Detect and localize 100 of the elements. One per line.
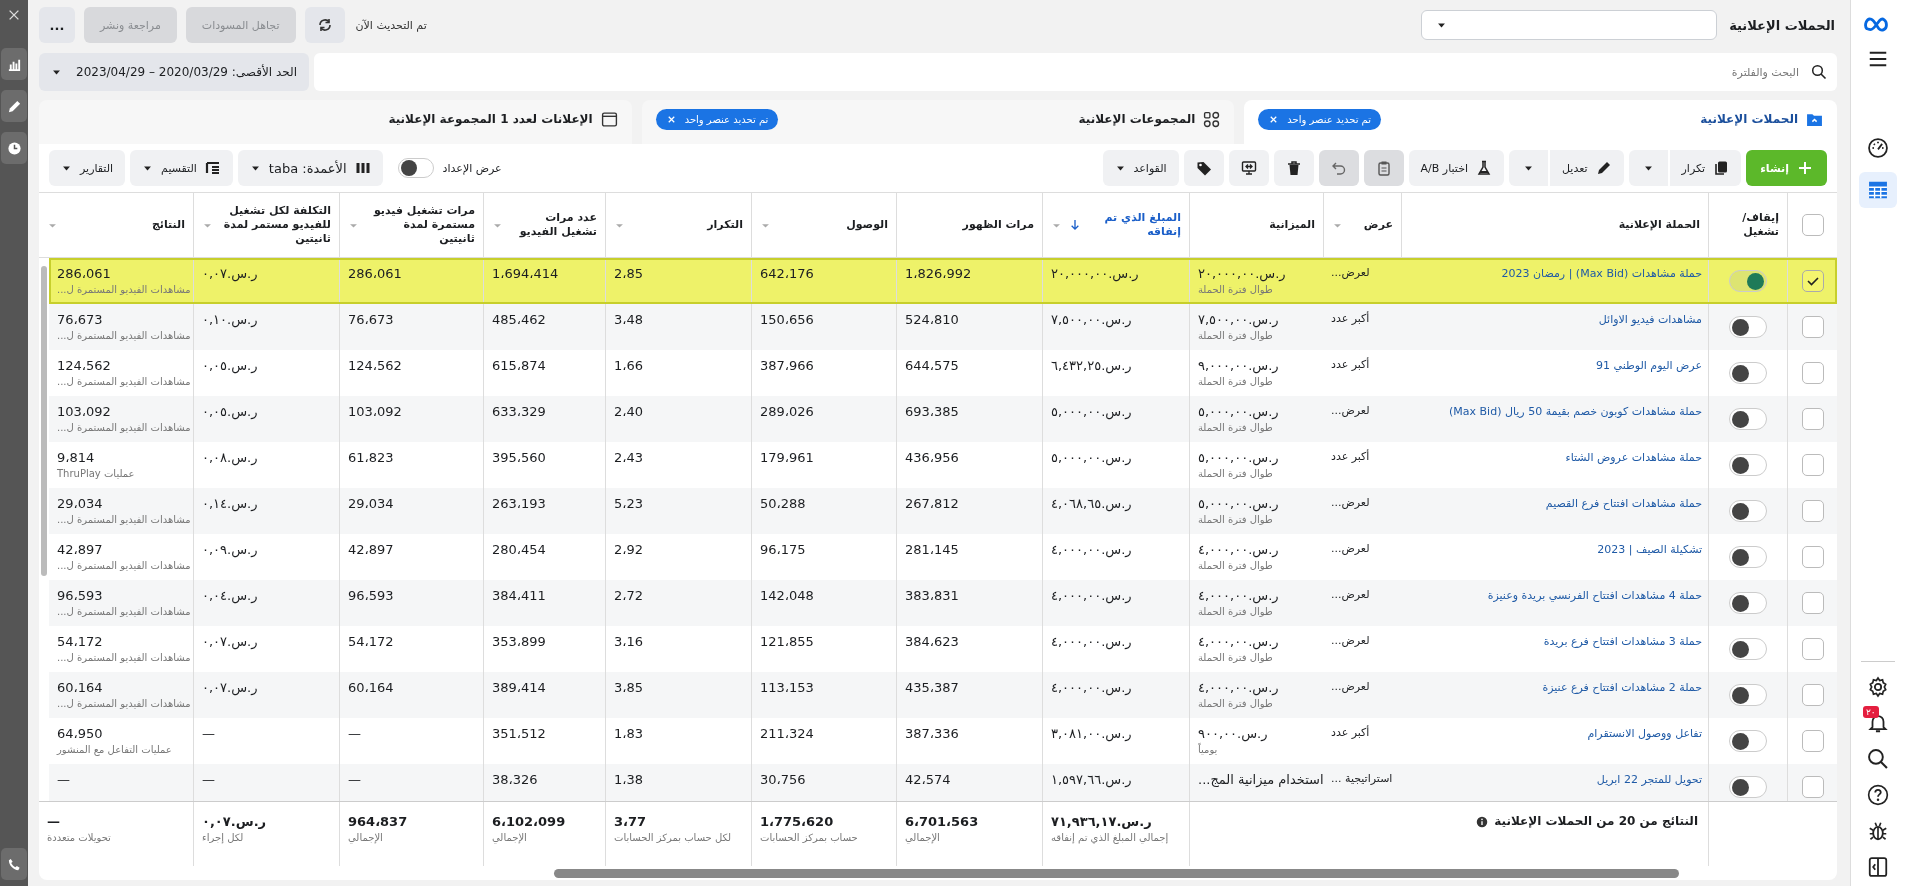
settings-icon[interactable]: [1867, 676, 1889, 698]
history-button[interactable]: [1, 132, 27, 164]
campaign-link[interactable]: تحويل للمتجر 22 ابريل: [1409, 772, 1702, 787]
scrollbar[interactable]: [554, 868, 1679, 878]
toggle-switch[interactable]: [1729, 546, 1767, 568]
campaign-link[interactable]: حملة مشاهدات (Max Bid) | رمضان 2023: [1409, 266, 1702, 281]
toolbar-button[interactable]: تكرار: [1669, 150, 1742, 186]
checkbox[interactable]: [1801, 214, 1824, 236]
search-bar[interactable]: البحث والفلترة: [314, 53, 1837, 91]
column-header[interactable]: عدد مرات تشغيل الفيديو: [511, 211, 597, 239]
checkbox[interactable]: [1801, 546, 1824, 568]
more-button[interactable]: ...: [39, 7, 75, 43]
delete-button[interactable]: [1273, 150, 1314, 186]
column-header[interactable]: التكلفة لكل تشغيل للفيديو مستمر لمدة ثانيتين: [221, 204, 331, 246]
toggle-switch[interactable]: [1729, 362, 1767, 384]
toggle-switch[interactable]: [1729, 500, 1767, 522]
toolbar-button[interactable]: الأعمدة: taba: [237, 150, 383, 186]
campaign-link[interactable]: حملة مشاهدات افتتاح فرع القصيم: [1409, 496, 1702, 511]
chart-button[interactable]: [1, 48, 27, 80]
toolbar-button[interactable]: القواعد: [1102, 150, 1179, 186]
checkbox[interactable]: [1801, 316, 1824, 338]
checkbox[interactable]: [1801, 684, 1824, 706]
table-cell: 124،562: [57, 358, 111, 373]
campaign-link[interactable]: عرض اليوم الوطني 91: [1409, 358, 1702, 373]
checkbox[interactable]: [1801, 454, 1824, 476]
column-header[interactable]: الوصول: [846, 218, 888, 232]
toggle-switch[interactable]: [1729, 316, 1767, 338]
campaign-link[interactable]: حملة مشاهدات عروض الشتاء: [1409, 450, 1702, 465]
campaign-link[interactable]: حملة مشاهدات كوبون خصم بقيمة 50 ريال (Max Bid): [1409, 404, 1702, 419]
search-field[interactable]: البحث والفلترة: [324, 64, 1801, 80]
table-cell: ر.س.٤,٠٦٨,٦٥: [1051, 496, 1132, 511]
total-label: الإجمالي: [905, 832, 940, 843]
table-cell: 38،326: [492, 772, 538, 787]
toggle-switch[interactable]: [397, 158, 434, 178]
toggle-switch[interactable]: [1729, 270, 1767, 292]
date-range-button[interactable]: الحد الأقصى: 2020/03/29 – 2023/04/29: [39, 53, 309, 91]
cell-note: طوال فترة الحملة: [1198, 468, 1273, 479]
export-button[interactable]: [1228, 150, 1269, 186]
checkbox[interactable]: [1801, 638, 1824, 660]
help-icon[interactable]: [1867, 784, 1889, 806]
table-row[interactable]: حملة مشاهدات كوبون خصم بقيمة 50 ريال (Max Bid) لعرض... ر.س.٥,٠٠٠,٠٠ طوال فترة الحملة ر.س.٥,٠٠٠,٠٠ 693،385 289،026 2،40 633،329 103،092 ر.س.٠,٠٥ 103،092 مشاهدات الفيديو المستمرة ل...: [49, 396, 1837, 442]
campaign-link[interactable]: حملة 4 مشاهدات افتتاح الفرنسي بريدة وعنيزة: [1409, 588, 1702, 603]
phone-button[interactable]: [1, 848, 27, 880]
checkbox[interactable]: [1801, 270, 1824, 292]
table-cell: 633،329: [492, 404, 546, 419]
toolbar-button[interactable]: التقسيم: [130, 150, 233, 186]
trash-icon: [1285, 160, 1302, 176]
column-header[interactable]: الحملة الإعلانية: [1618, 218, 1700, 232]
toolbar-button[interactable]: التقارير: [49, 150, 126, 186]
table-row[interactable]: حملة مشاهدات (Max Bid) | رمضان 2023 لعرض... ر.س.٢٠,٠٠٠,٠٠ طوال فترة الحملة ر.س.٢٠,٠٠٠,٠٠ 1،826،992 642،176 2،85 1،694،414 286،061 ر.س.٠,٠٧ 286،061 مشاهدات الفيديو المستمرة ل...: [49, 258, 1837, 304]
column-header[interactable]: مرات تشغيل فيديو مستمرة لمدة ثانيتين: [367, 204, 475, 246]
table-cell: 64،950: [57, 726, 103, 741]
edit-button[interactable]: [1, 90, 27, 122]
toggle-switch[interactable]: [1729, 730, 1767, 752]
toolbar-button[interactable]: اختبار A/B: [1408, 150, 1504, 186]
table-row[interactable]: حملة مشاهدات افتتاح فرع القصيم لعرض... ر.س.٥,٠٠٠,٠٠ طوال فترة الحملة ر.س.٤,٠٦٨,٦٥ 267،812 50،288 5،23 263،193 29،034 ر.س.٠,١٤ 29،034 مشاهدات الفيديو المستمرة ل...: [49, 488, 1837, 534]
table-button[interactable]: [1859, 172, 1897, 208]
campaign-link[interactable]: حملة 2 مشاهدات افتتاح فرع عنيزة: [1409, 680, 1702, 695]
search-icon[interactable]: [1867, 748, 1889, 770]
bug-icon[interactable]: [1867, 820, 1889, 842]
checkbox[interactable]: [1801, 408, 1824, 430]
campaign-link[interactable]: حملة 3 مشاهدات افتتاح فرع بريدة: [1409, 634, 1702, 649]
toggle-switch[interactable]: [1729, 638, 1767, 660]
checkbox[interactable]: [1801, 592, 1824, 614]
column-header[interactable]: الميزانية: [1269, 218, 1315, 232]
tag-button[interactable]: [1183, 150, 1224, 186]
column-header[interactable]: التكرار: [707, 218, 743, 232]
column-header[interactable]: المبلغ الذي تم إنفاقه: [1084, 211, 1181, 239]
selection-chip[interactable]: تم تحديد عنصر واحد: [1258, 108, 1382, 130]
checkbox[interactable]: [1801, 500, 1824, 522]
toggle-switch[interactable]: [1729, 776, 1767, 798]
checkbox[interactable]: [1801, 362, 1824, 384]
toggle-switch[interactable]: [1729, 408, 1767, 430]
table-row[interactable]: مشاهدات فيديو الاوائل أكبر عدد ر.س.٧,٥٠٠,٠٠ طوال فترة الحملة ر.س.٧,٥٠٠,٠٠ 524،810 150،656 3،48 485،462 76،673 ر.س.٠,١٠ 76،673 مشاهدات الفيديو المستمرة ل...: [49, 304, 1837, 350]
column-header[interactable]: عرض: [1363, 218, 1393, 232]
checkbox[interactable]: [1801, 730, 1824, 752]
campaign-link[interactable]: مشاهدات فيديو الاوائل: [1409, 312, 1702, 327]
toggle-switch[interactable]: [1729, 592, 1767, 614]
campaign-link[interactable]: تشكيلة الصيف | 2023: [1409, 542, 1702, 557]
selection-chip[interactable]: تم تحديد عنصر واحد: [655, 108, 779, 130]
close-icon[interactable]: [7, 8, 21, 22]
toggle-switch[interactable]: [1729, 454, 1767, 476]
side-panel-icon[interactable]: [1867, 856, 1889, 878]
table-cell: ر.س.٣,٠٨١,٠٠: [1051, 726, 1132, 741]
table-row[interactable]: تحويل للمتجر 22 ابريل استراتيجية ... استخدام ميزانية المج... ر.س.١,٥٩٧,٦٦ 42،574 30،756 1،38 38،326 — — —: [49, 764, 1837, 801]
toggle-switch[interactable]: [1729, 684, 1767, 706]
scrollbar[interactable]: [41, 266, 47, 576]
column-header[interactable]: النتائج: [151, 218, 185, 232]
toolbar-button[interactable]: تعديل: [1550, 150, 1624, 186]
campaign-link[interactable]: تفاعل ووصول الانستقرام: [1409, 726, 1702, 741]
tab[interactable]: المجموعات الإعلانية تم تحديد عنصر واحد: [641, 100, 1235, 144]
column-header[interactable]: مرات الظهور: [962, 218, 1034, 232]
table-cell: 96،593: [348, 588, 394, 603]
checkbox[interactable]: [1801, 776, 1824, 798]
tab[interactable]: الحملات الإعلانية تم تحديد عنصر واحد: [1244, 100, 1837, 144]
column-header[interactable]: إيقاف/ تشغيل: [1721, 211, 1779, 239]
info-icon[interactable]: [1476, 816, 1489, 828]
table-row[interactable]: حملة 4 مشاهدات افتتاح الفرنسي بريدة وعنيزة لعرض... ر.س.٤,٠٠٠,٠٠ طوال فترة الحملة ر.س.٤,٠٠٠,٠٠ 383،831 142،048 2،72 384،411 96،593 ر.س.٠,٠٤ 96،593 مشاهدات الفيديو المستمرة ل...: [49, 580, 1837, 626]
refresh-button[interactable]: [304, 7, 345, 43]
table-row[interactable]: حملة 2 مشاهدات افتتاح فرع عنيزة لعرض... ر.س.٤,٠٠٠,٠٠ طوال فترة الحملة ر.س.٤,٠٠٠,٠٠ 435،387 113،153 3،85 389،414 60،164 ر.س.٠,٠٧ 60،164 مشاهدات الفيديو المستمرة ل...: [49, 672, 1837, 718]
